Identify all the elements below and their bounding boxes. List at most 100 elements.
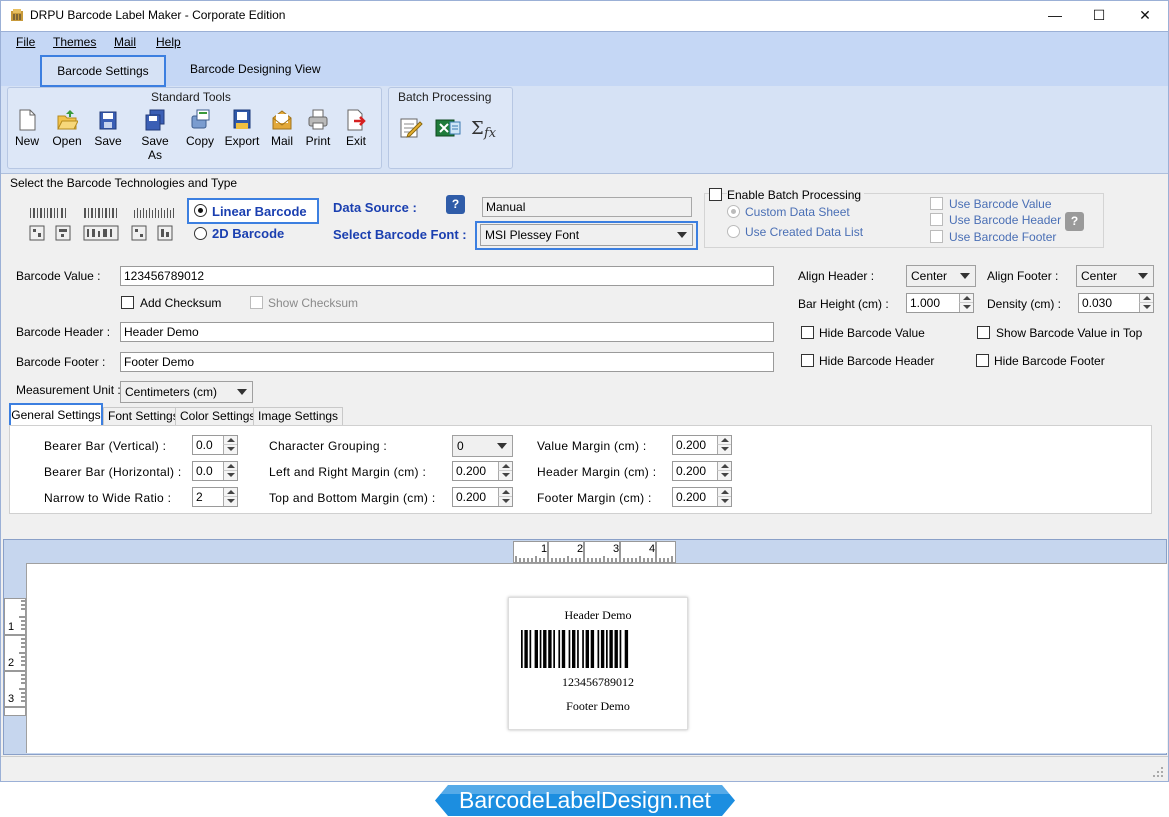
spin-down-icon[interactable] — [223, 471, 237, 480]
spin-down-icon[interactable] — [223, 445, 237, 454]
data-source-field[interactable]: Manual — [482, 197, 692, 217]
align-footer-select[interactable]: Center — [1076, 265, 1154, 287]
top-bottom-margin-value: 0.200 — [456, 490, 487, 504]
spin-up-icon[interactable] — [223, 462, 237, 471]
bar-height-stepper[interactable]: 1.000 — [906, 293, 974, 313]
spin-up-icon[interactable] — [1139, 294, 1153, 303]
batch-help-icon[interactable]: ? — [1065, 212, 1084, 231]
barcode-type-icons — [29, 208, 174, 241]
tab-image-settings[interactable]: Image Settings — [253, 407, 344, 426]
character-grouping-select[interactable]: 0 — [452, 435, 513, 457]
copy-button[interactable]: Copy — [180, 108, 220, 148]
save-button[interactable]: Save — [88, 108, 128, 148]
show-checksum-checkbox[interactable] — [250, 296, 263, 309]
footer-margin-stepper[interactable]: 0.200 — [672, 487, 732, 507]
linear-barcode-radio[interactable] — [194, 204, 207, 217]
tab-color-settings[interactable]: Color Settings — [175, 407, 261, 426]
density-label: Density (cm) : — [987, 297, 1062, 311]
spin-down-icon[interactable] — [959, 303, 973, 312]
top-bottom-margin-stepper[interactable]: 0.200 — [452, 487, 513, 507]
print-button[interactable]: Print — [298, 108, 338, 148]
spin-down-icon[interactable] — [1139, 303, 1153, 312]
tab-barcode-designing-view[interactable]: Barcode Designing View — [190, 62, 321, 76]
bearer-vertical-stepper[interactable]: 0.0 — [192, 435, 238, 455]
spin-up-icon[interactable] — [498, 488, 512, 497]
header-margin-stepper[interactable]: 0.200 — [672, 461, 732, 481]
h-ruler-label: 2 — [577, 543, 584, 555]
chevron-down-icon — [497, 443, 507, 449]
use-barcode-header-label: Use Barcode Header — [949, 213, 1062, 227]
tab-barcode-settings[interactable]: Barcode Settings — [40, 55, 166, 87]
maximize-button[interactable]: ☐ — [1089, 6, 1109, 24]
minimize-button[interactable]: — — [1045, 6, 1065, 24]
barcode-header-input[interactable]: Header Demo — [120, 322, 774, 342]
exit-button[interactable]: Exit — [336, 108, 376, 148]
custom-data-sheet-radio[interactable] — [727, 205, 740, 218]
spin-up-icon[interactable] — [717, 462, 731, 471]
narrow-wide-ratio-stepper[interactable]: 2 — [192, 487, 238, 507]
use-barcode-header-checkbox[interactable] — [930, 213, 943, 226]
character-grouping-value: 0 — [457, 439, 464, 453]
header-margin-label: Header Margin (cm) : — [537, 465, 657, 479]
ribbon-tab-strip — [1, 53, 1168, 86]
menu-themes[interactable]: Themes — [53, 35, 96, 49]
use-barcode-value-checkbox[interactable] — [930, 197, 943, 210]
spin-down-icon[interactable] — [717, 497, 731, 506]
barcode-label-preview[interactable]: Header Demo 123456789012 Footer Demo — [508, 597, 688, 730]
tab-font-settings[interactable]: Font Settings — [103, 407, 184, 426]
barcode-value-input[interactable]: 123456789012 — [120, 266, 774, 286]
2d-barcode-radio[interactable] — [194, 227, 207, 240]
hide-barcode-value-checkbox[interactable] — [801, 326, 814, 339]
add-checksum-checkbox[interactable] — [121, 296, 134, 309]
spin-up-icon[interactable] — [223, 436, 237, 445]
spin-up-icon[interactable] — [498, 462, 512, 471]
spin-up-icon[interactable] — [959, 294, 973, 303]
save-as-button[interactable]: Save As — [135, 108, 175, 162]
hide-barcode-header-checkbox[interactable] — [801, 354, 814, 367]
measurement-unit-select[interactable]: Centimeters (cm) — [120, 381, 253, 403]
tab-general-settings[interactable]: General Settings — [9, 403, 103, 427]
show-value-top-checkbox[interactable] — [977, 326, 990, 339]
spin-down-icon[interactable] — [717, 445, 731, 454]
barcode-font-select[interactable]: MSI Plessey Font — [480, 224, 693, 246]
2d-barcode-label: 2D Barcode — [212, 226, 285, 241]
chevron-down-icon — [677, 232, 687, 238]
spin-up-icon[interactable] — [717, 488, 731, 497]
mail-button[interactable]: Mail — [262, 108, 302, 148]
bearer-horizontal-stepper[interactable]: 0.0 — [192, 461, 238, 481]
spin-down-icon[interactable] — [717, 471, 731, 480]
data-source-help-icon[interactable]: ? — [446, 195, 465, 214]
close-button[interactable]: ✕ — [1135, 6, 1155, 24]
h-ruler-label: 4 — [649, 543, 656, 555]
batch-excel-icon[interactable] — [434, 116, 462, 140]
new-button[interactable]: New — [7, 108, 47, 148]
spin-down-icon[interactable] — [223, 497, 237, 506]
menu-help[interactable]: Help — [156, 35, 181, 49]
menu-file[interactable]: File — [16, 35, 35, 49]
value-margin-stepper[interactable]: 0.200 — [672, 435, 732, 455]
copy-label: Copy — [185, 134, 214, 148]
density-stepper[interactable]: 0.030 — [1078, 293, 1154, 313]
menu-mail[interactable]: Mail — [114, 35, 136, 49]
chevron-down-icon — [237, 389, 247, 395]
spin-up-icon[interactable] — [223, 488, 237, 497]
spin-down-icon[interactable] — [498, 497, 512, 506]
left-right-margin-stepper[interactable]: 0.200 — [452, 461, 513, 481]
use-barcode-footer-checkbox[interactable] — [930, 230, 943, 243]
export-icon — [233, 109, 251, 129]
print-icon — [308, 109, 328, 130]
align-header-select[interactable]: Center — [906, 265, 976, 287]
open-button[interactable]: Open — [47, 108, 87, 148]
left-right-margin-value: 0.200 — [456, 464, 487, 478]
barcode-font-value: MSI Plessey Font — [485, 228, 580, 242]
resize-grip-icon[interactable] — [1152, 766, 1164, 778]
batch-edit-icon[interactable] — [398, 116, 424, 140]
export-button[interactable]: Export — [222, 108, 262, 148]
spin-up-icon[interactable] — [717, 436, 731, 445]
spin-down-icon[interactable] — [498, 471, 512, 480]
sigma-fx-icon[interactable]: Σfx — [470, 116, 500, 140]
barcode-footer-input[interactable]: Footer Demo — [120, 352, 774, 372]
enable-batch-checkbox[interactable] — [709, 188, 722, 201]
created-data-list-radio[interactable] — [727, 225, 740, 238]
hide-barcode-footer-checkbox[interactable] — [976, 354, 989, 367]
